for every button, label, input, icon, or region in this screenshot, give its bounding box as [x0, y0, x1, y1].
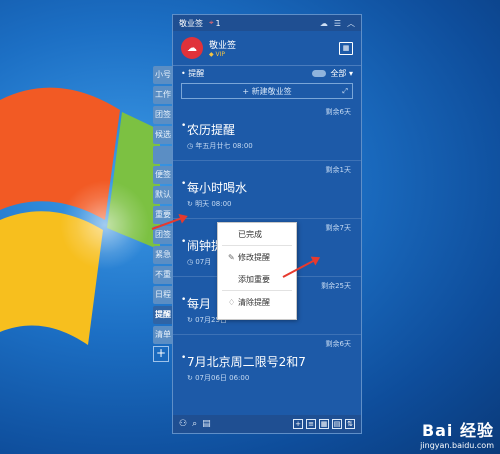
search-icon[interactable]: ⌕: [192, 419, 197, 429]
desktop-glow: [60, 180, 150, 270]
item-time: ◷ 年五月廿七 08:00: [187, 142, 253, 150]
side-tab[interactable]: 候选: [153, 126, 173, 144]
user-header: ☁ 敬业签 ◆ VIP ▦: [173, 31, 361, 65]
remaining-days: 剩余6天: [325, 108, 351, 116]
pin-icon[interactable]: ⌖: [209, 18, 214, 28]
user-name: 敬业签: [209, 41, 237, 51]
side-tab[interactable]: 便签: [153, 166, 173, 184]
side-tab[interactable]: 工作: [153, 86, 173, 104]
add-icon[interactable]: +: [293, 419, 303, 429]
vip-badge: ◆ VIP: [209, 51, 226, 58]
add-tab-button[interactable]: +: [153, 346, 169, 362]
bullet-icon: •: [181, 237, 187, 247]
list-item[interactable]: 剩余1天 • 每小时喝水 ↻ 明天 08:00: [173, 161, 361, 219]
side-tab[interactable]: 小号: [153, 66, 173, 84]
side-tab-reminder[interactable]: 提醒: [153, 306, 173, 324]
filter-dropdown[interactable]: 全部: [330, 68, 346, 79]
remaining-days: 剩余6天: [325, 340, 351, 348]
collapse-icon[interactable]: ︿: [347, 18, 355, 29]
bottom-toolbar: ⚇ ⌕ ▤ + ≡ ▦ ▤ ⇅: [173, 415, 361, 433]
menu-item-clear-reminder[interactable]: ♢ 清除提醒: [218, 291, 296, 313]
watermark-brand: Bai 经验: [421, 421, 494, 440]
side-tab[interactable]: 日程: [153, 286, 173, 304]
item-title: 农历提醒: [187, 123, 236, 137]
filter-toggle[interactable]: [312, 70, 327, 77]
side-tab[interactable]: 紧急: [153, 246, 173, 264]
cloud-icon[interactable]: ☁: [320, 19, 328, 28]
item-time: ↻ 明天 08:00: [187, 200, 232, 208]
list-item[interactable]: 剩余6天 • 农历提醒 ◷ 年五月廿七 08:00: [173, 103, 361, 161]
bullet-icon: •: [181, 179, 187, 189]
item-title: 每小时喝水: [187, 181, 248, 195]
side-tab[interactable]: 默认: [153, 186, 173, 204]
bell-icon: ♢: [228, 297, 236, 307]
sort-icon[interactable]: ⇅: [345, 419, 355, 429]
menu-item-edit-reminder[interactable]: ✎ 修改提醒: [218, 246, 296, 268]
side-tab[interactable]: 团签: [153, 226, 173, 244]
side-tab[interactable]: 团签: [153, 106, 173, 124]
side-tab[interactable]: 不重: [153, 266, 173, 284]
grid-icon[interactable]: ▦: [319, 419, 329, 429]
watermark-url: jingyan.baidu.com: [420, 441, 494, 450]
calendar-icon[interactable]: ▤: [202, 419, 211, 429]
app-title: 敬业签: [179, 18, 203, 28]
chevron-down-icon[interactable]: ▾: [346, 69, 353, 78]
remaining-days: 剩余7天: [325, 224, 351, 232]
calendar-icon[interactable]: ▦: [339, 41, 353, 55]
item-time: ◷ 07月: [187, 258, 212, 266]
note-count: 1: [215, 18, 221, 28]
bullet-icon: •: [181, 69, 189, 78]
avatar[interactable]: ☁: [181, 37, 203, 59]
bullet-icon: •: [181, 295, 187, 305]
baidu-watermark: Bai 经验 jingyan.baidu.com: [420, 417, 494, 450]
note-icon[interactable]: ▤: [332, 419, 342, 429]
section-header: • 提醒 全部 ▾: [173, 65, 361, 81]
menu-icon[interactable]: ☰: [334, 19, 341, 28]
expand-icon[interactable]: ⤢: [342, 87, 348, 96]
side-tab-list: 小号 工作 团签 候选 便签 默认 重要 团签 紧急 不重 日程 提醒 清单 +: [153, 66, 173, 362]
item-time: ↻ 07月06日 06:00: [187, 374, 250, 382]
side-tab[interactable]: 清单: [153, 326, 173, 344]
menu-item-add-important[interactable]: 添加重要: [218, 268, 296, 290]
title-bar: 敬业签 ⌖ 1 ☁ ☰ ︿: [173, 15, 361, 31]
section-title: 提醒: [188, 69, 205, 78]
item-title: 每月: [187, 297, 212, 311]
list-item[interactable]: 剩余6天 • 7月北京周二限号2和7 ↻ 07月06日 06:00: [173, 335, 361, 393]
remaining-days: 剩余1天: [325, 166, 351, 174]
remaining-days: 剩余25天: [321, 282, 351, 290]
list-icon[interactable]: ≡: [306, 419, 316, 429]
context-menu: 已完成 ✎ 修改提醒 添加重要 ♢ 清除提醒: [217, 222, 297, 320]
edit-icon: ✎: [228, 252, 235, 262]
menu-item-complete[interactable]: 已完成: [218, 223, 296, 245]
new-note-label: + 新建敬业签: [242, 86, 292, 96]
bullet-icon: •: [181, 121, 187, 131]
bullet-icon: •: [181, 353, 187, 363]
share-icon[interactable]: ⚇: [179, 419, 187, 429]
new-note-button[interactable]: + 新建敬业签 ⤢: [181, 83, 353, 99]
side-tab[interactable]: [153, 146, 173, 164]
item-title: 7月北京周二限号2和7: [187, 355, 306, 369]
